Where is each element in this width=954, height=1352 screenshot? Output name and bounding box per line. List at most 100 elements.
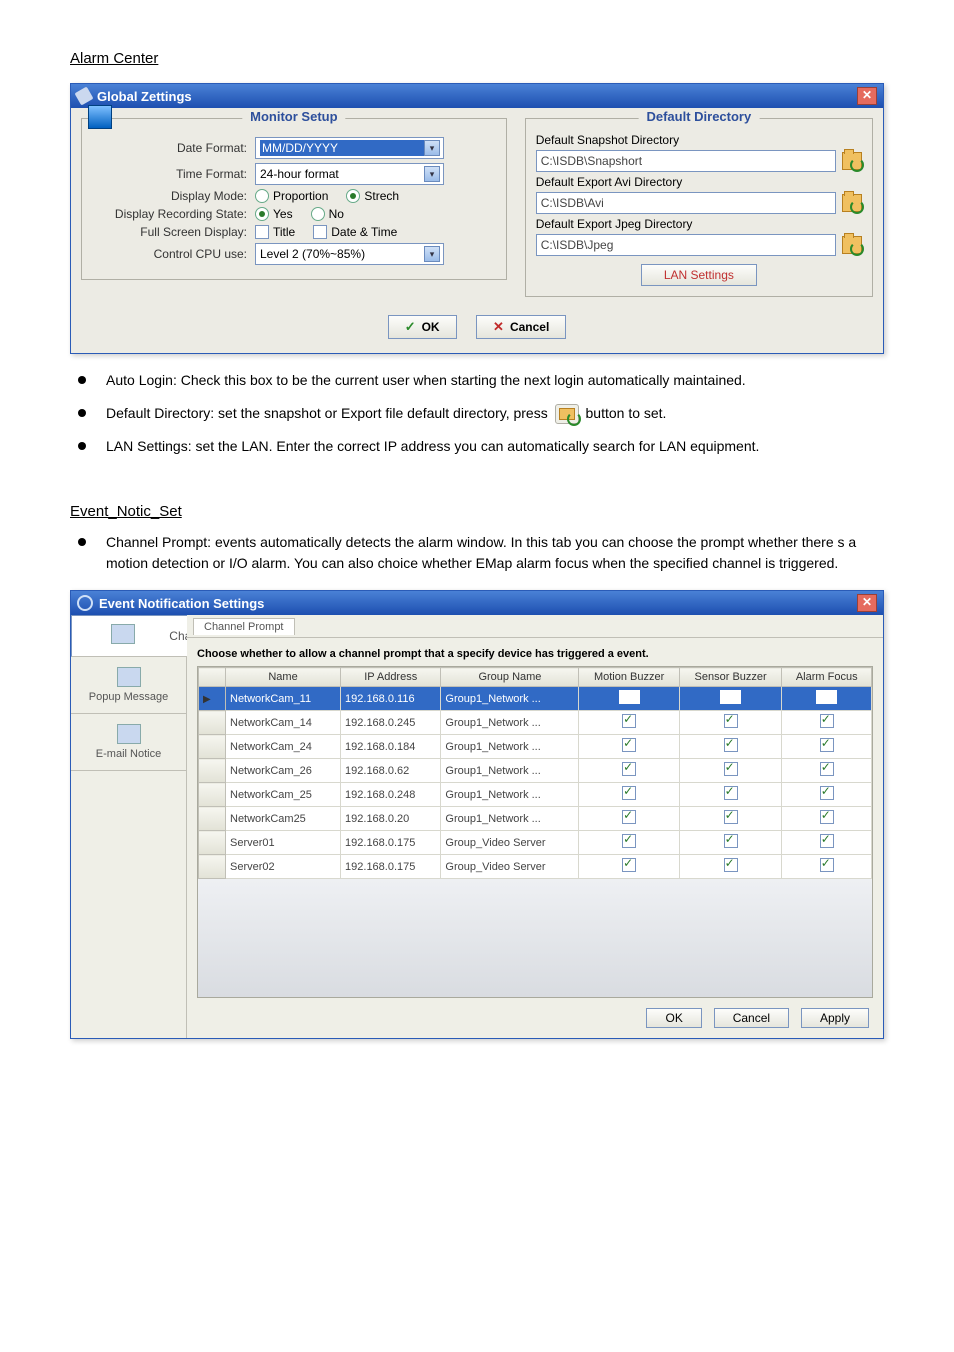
folder-browse-icon[interactable] (842, 152, 862, 170)
display-mode-proportion-radio[interactable]: Proportion (255, 189, 328, 203)
col-ip[interactable]: IP Address (341, 668, 441, 687)
cell-ip: 192.168.0.116 (341, 687, 441, 711)
chevron-down-icon[interactable]: ▾ (424, 166, 440, 182)
event-settings-sidebar: Channel Prompt Popup Message E-mail Noti… (71, 615, 187, 1038)
fullscreen-label: Full Screen Display: (92, 225, 255, 239)
global-settings-titlebar: Global Zettings ✕ (71, 84, 883, 108)
chevron-down-icon[interactable]: ▾ (424, 140, 440, 156)
table-row[interactable]: NetworkCam25192.168.0.20Group1_Network .… (199, 807, 872, 831)
sidebar-item-email-notice[interactable]: E-mail Notice (71, 714, 186, 771)
recording-state-no-radio[interactable]: No (311, 207, 344, 221)
bullet-auto-login: Auto Login: Check this box to be the cur… (78, 370, 884, 391)
time-format-select[interactable]: 24-hour format ▾ (255, 163, 444, 185)
fullscreen-title-checkbox[interactable]: Title (255, 225, 295, 239)
cell-sensor[interactable] (679, 759, 782, 783)
row-indicator (199, 783, 226, 807)
table-row[interactable]: NetworkCam_25192.168.0.248Group1_Network… (199, 783, 872, 807)
recording-state-yes-radio[interactable]: Yes (255, 207, 293, 221)
lan-settings-button[interactable]: LAN Settings (641, 264, 757, 286)
col-motion[interactable]: Motion Buzzer (579, 668, 679, 687)
cell-motion[interactable] (579, 807, 679, 831)
fullscreen-datetime-checkbox[interactable]: Date & Time (313, 225, 397, 239)
display-mode-strech-radio[interactable]: Strech (346, 189, 399, 203)
cell-name: NetworkCam_24 (226, 735, 341, 759)
cell-group: Group1_Network ... (441, 759, 579, 783)
snapshot-dir-field[interactable]: C:\ISDB\Snapshort (536, 150, 836, 172)
channel-prompt-help: Choose whether to allow a channel prompt… (187, 638, 883, 666)
x-icon: ✕ (493, 319, 504, 335)
cell-alarm[interactable] (782, 807, 872, 831)
cell-sensor[interactable] (679, 783, 782, 807)
cell-group: Group1_Network ... (441, 807, 579, 831)
close-icon[interactable]: ✕ (857, 594, 877, 612)
cell-motion[interactable] (579, 783, 679, 807)
apply-button[interactable]: Apply (801, 1008, 869, 1028)
folder-browse-icon[interactable] (842, 194, 862, 212)
cell-group: Group1_Network ... (441, 783, 579, 807)
cpu-label: Control CPU use: (92, 247, 255, 261)
cell-name: NetworkCam_26 (226, 759, 341, 783)
sidebar-item-popup-message[interactable]: Popup Message (71, 657, 186, 714)
cell-sensor[interactable] (679, 687, 782, 711)
bullet-text: Default Directory: set the snapshot or E… (106, 403, 884, 424)
bullet-text: LAN Settings: set the LAN. Enter the cor… (106, 436, 884, 457)
speaker-icon (111, 624, 135, 644)
avi-dir-field[interactable]: C:\ISDB\Avi (536, 192, 836, 214)
col-alarm[interactable]: Alarm Focus (782, 668, 872, 687)
cell-motion[interactable] (579, 711, 679, 735)
row-indicator (199, 711, 226, 735)
col-group[interactable]: Group Name (441, 668, 579, 687)
table-row[interactable]: Server01192.168.0.175Group_Video Server (199, 831, 872, 855)
default-directory-legend: Default Directory (638, 109, 759, 124)
cell-sensor[interactable] (679, 855, 782, 879)
cell-motion[interactable] (579, 759, 679, 783)
date-format-select[interactable]: MM/DD/YYYY ▾ (255, 137, 444, 159)
cell-alarm[interactable] (782, 831, 872, 855)
table-row[interactable]: NetworkCam_24192.168.0.184Group1_Network… (199, 735, 872, 759)
jpeg-dir-label: Default Export Jpeg Directory (536, 217, 862, 231)
cell-motion[interactable] (579, 855, 679, 879)
cell-motion[interactable] (579, 831, 679, 855)
close-icon[interactable]: ✕ (857, 87, 877, 105)
cell-ip: 192.168.0.62 (341, 759, 441, 783)
col-name[interactable]: Name (226, 668, 341, 687)
table-row[interactable]: NetworkCam_14192.168.0.245Group1_Network… (199, 711, 872, 735)
cpu-select[interactable]: Level 2 (70%~85%) ▾ (255, 243, 444, 265)
cell-motion[interactable] (579, 735, 679, 759)
cell-sensor[interactable] (679, 735, 782, 759)
cell-group: Group1_Network ... (441, 711, 579, 735)
cell-sensor[interactable] (679, 711, 782, 735)
cell-alarm[interactable] (782, 759, 872, 783)
jpeg-dir-field[interactable]: C:\ISDB\Jpeg (536, 234, 836, 256)
table-row[interactable]: Server02192.168.0.175Group_Video Server (199, 855, 872, 879)
mail-icon (117, 724, 141, 744)
table-row[interactable]: ▶NetworkCam_11192.168.0.116Group1_Networ… (199, 687, 872, 711)
cancel-button[interactable]: ✕Cancel (476, 315, 566, 339)
tab-channel-prompt[interactable]: Channel Prompt (193, 618, 295, 635)
cell-alarm[interactable] (782, 735, 872, 759)
cell-sensor[interactable] (679, 831, 782, 855)
row-indicator (199, 759, 226, 783)
cell-sensor[interactable] (679, 807, 782, 831)
cell-alarm[interactable] (782, 711, 872, 735)
check-icon: ✓ (405, 319, 416, 335)
table-row[interactable]: NetworkCam_26192.168.0.62Group1_Network … (199, 759, 872, 783)
folder-browse-icon[interactable] (842, 236, 862, 254)
time-format-value: 24-hour format (260, 167, 424, 181)
event-notification-title: Event Notification Settings (99, 596, 264, 611)
bullet-default-directory: Default Directory: set the snapshot or E… (78, 403, 884, 424)
monitor-setup-legend: Monitor Setup (242, 109, 345, 124)
cell-alarm[interactable] (782, 855, 872, 879)
cpu-value: Level 2 (70%~85%) (260, 247, 424, 261)
chevron-down-icon[interactable]: ▾ (424, 246, 440, 262)
event-notification-window: Event Notification Settings ✕ Channel Pr… (70, 590, 884, 1039)
cell-alarm[interactable] (782, 783, 872, 807)
cell-alarm[interactable] (782, 687, 872, 711)
ok-button[interactable]: ✓OK (388, 315, 457, 339)
row-indicator (199, 735, 226, 759)
ok-button[interactable]: OK (646, 1008, 701, 1028)
cancel-button[interactable]: Cancel (714, 1008, 789, 1028)
channel-prompt-table: Name IP Address Group Name Motion Buzzer… (197, 666, 873, 998)
cell-motion[interactable] (579, 687, 679, 711)
col-sensor[interactable]: Sensor Buzzer (679, 668, 782, 687)
